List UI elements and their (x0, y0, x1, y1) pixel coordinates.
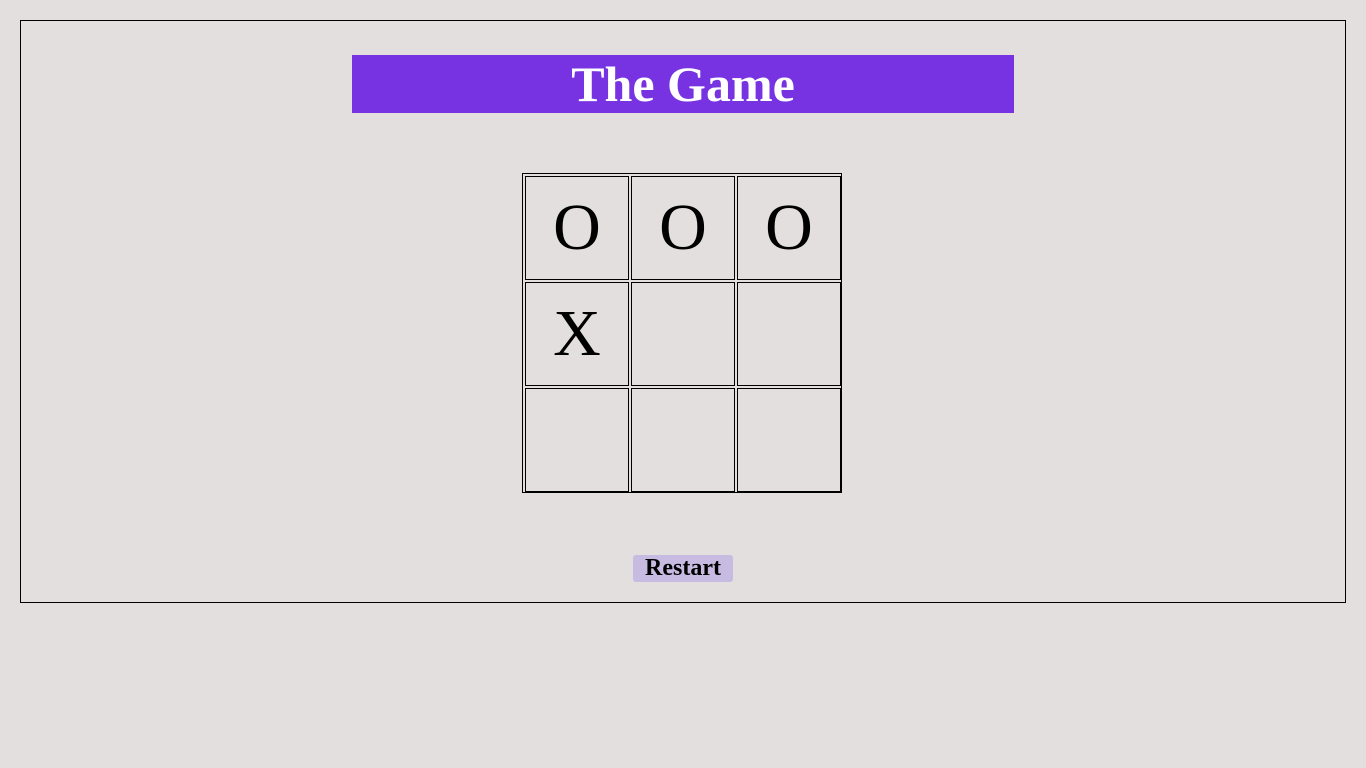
board-cell-7[interactable] (525, 388, 629, 492)
board-cell-8[interactable] (631, 388, 735, 492)
restart-button[interactable]: Restart (633, 555, 733, 582)
board-cell-9[interactable] (737, 388, 841, 492)
game-board: O O O X (522, 173, 842, 493)
game-frame: The Game O O O X Restart (20, 20, 1346, 603)
board-cell-1[interactable]: O (525, 176, 629, 280)
board-cell-5[interactable] (631, 282, 735, 386)
board-cell-2[interactable]: O (631, 176, 735, 280)
board-cell-6[interactable] (737, 282, 841, 386)
page-title: The Game (352, 55, 1014, 113)
board-cell-4[interactable]: X (525, 282, 629, 386)
board-cell-3[interactable]: O (737, 176, 841, 280)
